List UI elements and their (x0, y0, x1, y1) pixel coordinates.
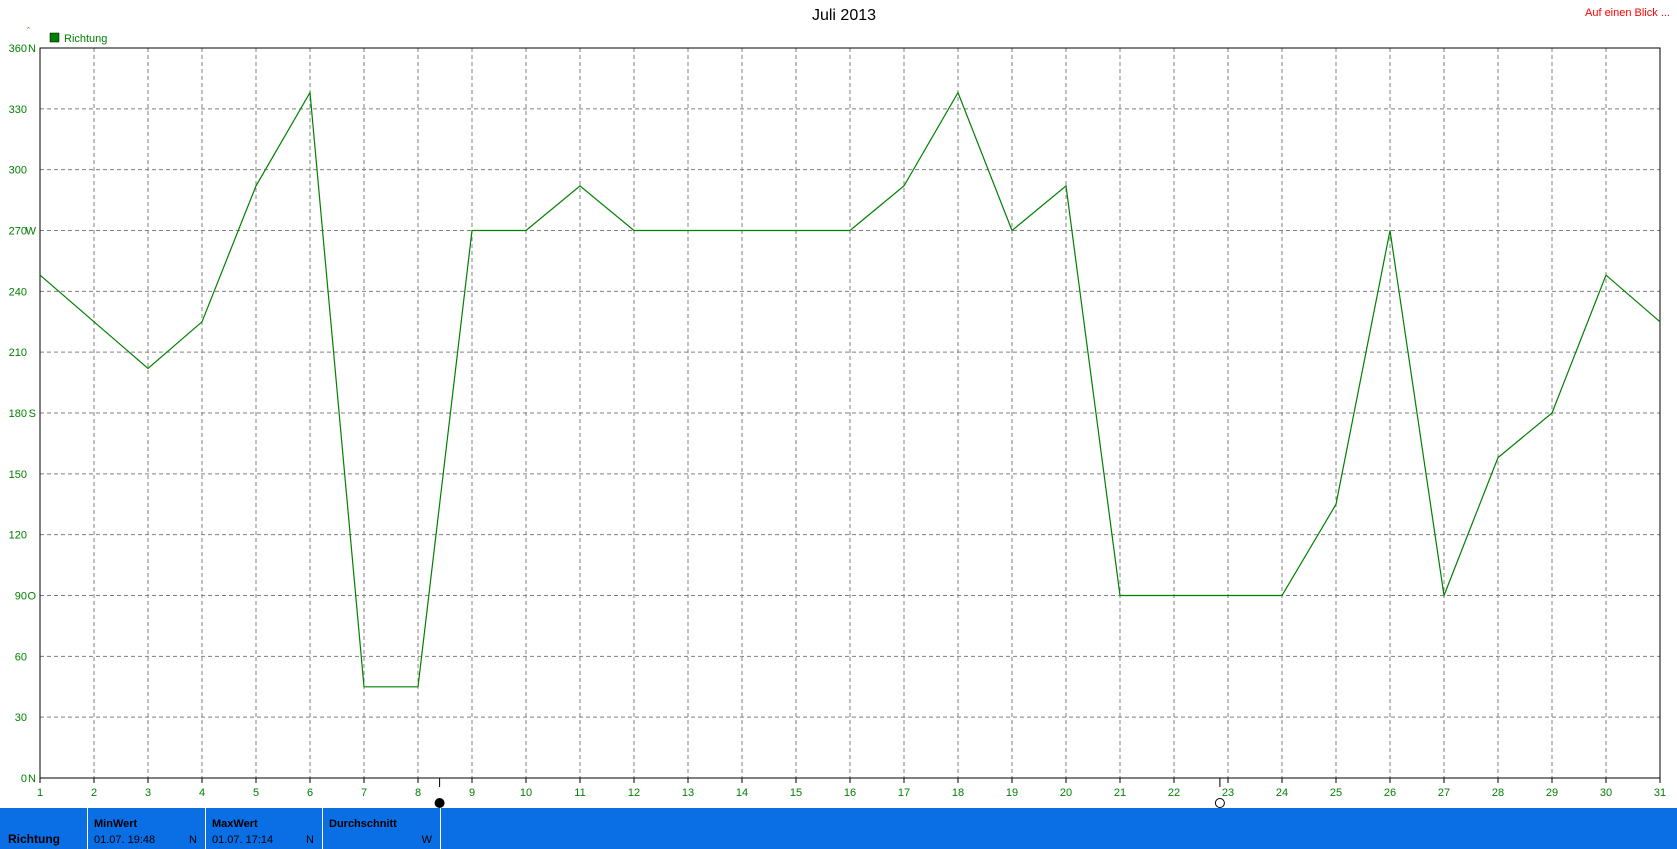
y-tick-direction: N (28, 773, 36, 785)
stat-min-time: 01.07. 19:48 (94, 834, 156, 846)
x-tick-label: 20 (1060, 787, 1072, 799)
y-tick-direction: S (29, 408, 36, 420)
y-tick-label: 0 (21, 773, 27, 785)
y-tick-label: 330 (9, 104, 27, 116)
x-tick-label: 10 (520, 787, 532, 799)
y-tick-label: 120 (9, 530, 27, 542)
stat-avg-header: Durchschnitt (329, 818, 397, 830)
x-tick-label: 27 (1438, 787, 1450, 799)
y-tick-label: 360 (9, 43, 27, 55)
x-tick-label: 15 (790, 787, 802, 799)
y-tick-label: 180 (9, 408, 27, 420)
x-tick-label: 18 (952, 787, 964, 799)
y-tick-label: 30 (15, 712, 27, 724)
x-tick-label: 21 (1114, 787, 1126, 799)
legend: Richtung (49, 32, 107, 45)
x-tick-label: 16 (844, 787, 856, 799)
stat-max-value: N (306, 834, 314, 846)
y-axis-ticks: 0 N306090 O120150180 S210240270W300330360 N (9, 43, 37, 785)
new-moon-icon (434, 798, 445, 808)
y-tick-direction: W (26, 226, 37, 238)
y-tick-label: 270 (9, 226, 27, 238)
x-tick-label: 28 (1492, 787, 1504, 799)
x-tick-label: 2 (91, 787, 97, 799)
stats-row-label-cell: Richtung (0, 808, 88, 849)
x-tick-label: 22 (1168, 787, 1180, 799)
y-tick-direction: N (28, 43, 36, 55)
stat-min-cell: MinWert 01.07. 19:48 N (88, 808, 206, 849)
x-tick-label: 31 (1654, 787, 1666, 799)
stat-max-time: 01.07. 17:14 (212, 834, 274, 846)
stats-bar: Richtung MinWert 01.07. 19:48 N MaxWert … (0, 808, 1677, 849)
x-tick-label: 5 (253, 787, 259, 799)
x-tick-label: 26 (1384, 787, 1396, 799)
y-tick-direction: O (27, 591, 36, 603)
y-tick-label: 150 (9, 469, 27, 481)
stat-max-cell: MaxWert 01.07. 17:14 N (206, 808, 323, 849)
x-tick-label: 4 (199, 787, 205, 799)
overview-link[interactable]: Auf einen Blick ... (1585, 7, 1670, 19)
x-tick-label: 11 (574, 787, 585, 799)
x-tick-label: 25 (1330, 787, 1342, 799)
y-tick-label: 210 (9, 347, 27, 359)
x-tick-label: 29 (1546, 787, 1558, 799)
x-tick-label: 19 (1006, 787, 1018, 799)
x-tick-label: 17 (898, 787, 910, 799)
stat-avg-value: W (421, 834, 432, 846)
moon-markers (434, 778, 1225, 808)
x-tick-label: 3 (145, 787, 151, 799)
x-tick-label: 23 (1222, 787, 1234, 799)
x-tick-label: 30 (1600, 787, 1612, 799)
y-tick-label: 60 (15, 651, 27, 663)
full-moon-icon (1214, 798, 1225, 808)
x-tick-label: 7 (361, 787, 367, 799)
direction-chart: Juli 2013 Auf einen Blick ... ˆ 0 N306090… (9, 7, 1670, 808)
y-tick-label: 240 (9, 286, 27, 298)
stat-max-header: MaxWert (212, 818, 258, 830)
x-tick-label: 8 (415, 787, 421, 799)
x-tick-label: 12 (628, 787, 640, 799)
x-tick-label: 13 (682, 787, 694, 799)
stat-min-value: N (189, 834, 197, 846)
x-tick-label: 1 (37, 787, 43, 799)
x-tick-label: 24 (1276, 787, 1288, 799)
x-tick-label: 9 (469, 787, 475, 799)
legend-label: Richtung (64, 33, 107, 45)
y-tick-label: 90 (15, 591, 27, 603)
x-tick-label: 6 (307, 787, 313, 799)
chart-title: Juli 2013 (812, 7, 876, 24)
legend-swatch (49, 32, 60, 43)
y-axis-caret-icon: ˆ (27, 26, 30, 36)
x-axis-ticks: 1 2 3 4 5 6 7 8 9 10 11 12 13 14 15 16 17 18 19 20 21 22 23 24 2… (37, 778, 1666, 799)
stats-row-label: Richtung (8, 832, 60, 846)
x-tick-label: 14 (736, 787, 748, 799)
y-tick-label: 300 (9, 165, 27, 177)
stat-min-header: MinWert (94, 818, 138, 830)
stat-avg-cell: Durchschnitt W (323, 808, 441, 849)
